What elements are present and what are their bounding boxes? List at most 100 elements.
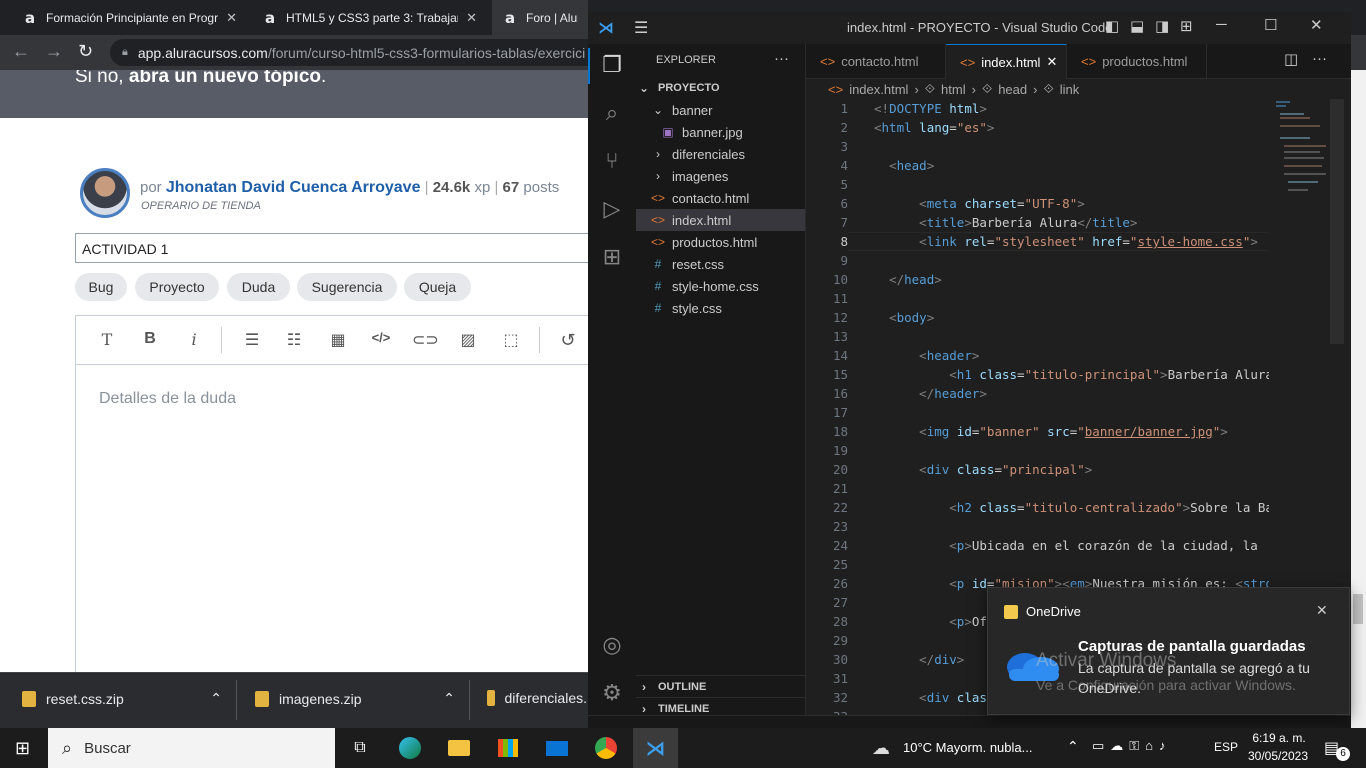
source-control-icon[interactable]: ⑂: [598, 148, 626, 176]
image-icon[interactable]: ▨: [456, 330, 480, 350]
tab-index[interactable]: <> index.html ✕: [946, 44, 1067, 79]
category-duda[interactable]: Duda: [227, 273, 290, 301]
table-icon[interactable]: ▦: [326, 330, 350, 350]
italic-icon[interactable]: i: [182, 330, 206, 349]
clock-date[interactable]: 30/05/2023: [1245, 749, 1311, 763]
close-icon[interactable]: ✕: [226, 10, 237, 26]
page-scrollbar[interactable]: [1351, 70, 1366, 728]
search-icon[interactable]: ⌕: [598, 100, 626, 128]
download-item[interactable]: imagenes.zip ⌃: [255, 690, 455, 707]
html-file-icon: <>: [828, 81, 844, 97]
task-view-icon[interactable]: ⧉: [344, 734, 376, 762]
tree-item-productos[interactable]: <> productos.html: [636, 231, 805, 253]
avatar[interactable]: [80, 168, 130, 218]
chevron-up-icon[interactable]: ⌃: [443, 690, 455, 707]
bullet-list-icon[interactable]: ☷: [282, 330, 306, 350]
outline-section[interactable]: › OUTLINE: [636, 675, 805, 697]
chrome-icon[interactable]: [590, 734, 622, 762]
toggle-panel-icon[interactable]: ⬓: [1130, 17, 1144, 35]
close-icon[interactable]: ✕: [1316, 602, 1328, 619]
download-item[interactable]: reset.css.zip ⌃: [22, 690, 222, 707]
code-icon[interactable]: </>: [369, 330, 393, 345]
tree-item-style-home-css[interactable]: # style-home.css: [636, 275, 805, 297]
tree-item-index[interactable]: <> index.html: [636, 209, 805, 231]
author-name-link[interactable]: Jhonatan David Cuenca Arroyave: [166, 179, 421, 196]
tree-item-banner-jpg[interactable]: ▣ banner.jpg: [636, 121, 805, 143]
edge-icon[interactable]: [394, 734, 426, 762]
more-actions-icon[interactable]: ···: [1312, 50, 1327, 67]
mail-icon[interactable]: [541, 734, 573, 762]
browser-tab-1[interactable]: a Formación Principiante en Progra ✕: [12, 0, 247, 35]
tree-item-banner[interactable]: ⌄ banner: [636, 99, 805, 121]
tree-item-reset-css[interactable]: # reset.css: [636, 253, 805, 275]
upload-image-icon[interactable]: ⬚: [499, 330, 523, 350]
reload-icon[interactable]: ↻: [78, 41, 93, 62]
category-proyecto[interactable]: Proyecto: [135, 273, 219, 301]
category-bug[interactable]: Bug: [75, 273, 127, 301]
minimap[interactable]: [1270, 99, 1330, 209]
toggle-secondary-sidebar-icon[interactable]: ◨: [1155, 17, 1169, 35]
tab-productos[interactable]: <> productos.html: [1067, 44, 1207, 79]
store-icon[interactable]: [492, 734, 524, 762]
tray-icons[interactable]: ▭☁⚿⌂♪: [1092, 738, 1172, 754]
notification-app-name: OneDrive: [1026, 604, 1081, 619]
language-indicator[interactable]: ESP: [1214, 740, 1238, 754]
forward-icon[interactable]: →: [45, 41, 63, 62]
tree-item-style-css[interactable]: # style.css: [636, 297, 805, 319]
close-icon[interactable]: ✕: [1046, 54, 1057, 70]
menu-icon[interactable]: ☰: [634, 18, 648, 38]
project-root[interactable]: ⌄ PROYECTO: [636, 77, 805, 99]
heading-icon[interactable]: T: [95, 330, 119, 349]
vscode-taskbar-icon[interactable]: ⋊: [633, 728, 678, 768]
undo-icon[interactable]: ↺: [556, 330, 580, 351]
maximize-icon[interactable]: ☐: [1264, 16, 1277, 34]
minimize-icon[interactable]: ─: [1216, 16, 1227, 33]
bold-icon[interactable]: B: [138, 330, 162, 348]
url-bar[interactable]: 🔒︎ app.aluracursos.com/forum/curso-html5…: [110, 39, 600, 66]
download-item[interactable]: diferenciales.: [487, 690, 587, 706]
browser-tab-3[interactable]: a Foro | Alura: [492, 0, 588, 35]
line-number: 25: [832, 557, 848, 572]
category-sugerencia[interactable]: Sugerencia: [297, 273, 397, 301]
back-icon[interactable]: ←: [12, 41, 30, 62]
explorer-icon[interactable]: ❐: [598, 52, 626, 80]
settings-gear-icon[interactable]: ⚙: [598, 680, 626, 708]
close-icon[interactable]: ✕: [466, 10, 477, 26]
layout-icon[interactable]: ⊞: [1180, 17, 1193, 35]
ordered-list-icon[interactable]: ☰: [240, 330, 264, 350]
breadcrumb-item[interactable]: head: [998, 82, 1027, 97]
tree-label: reset.css: [672, 256, 725, 272]
breadcrumb-item[interactable]: index.html: [849, 82, 908, 97]
editor-scrollbar[interactable]: [1330, 99, 1344, 344]
line-number: 7: [840, 215, 848, 230]
tree-item-imagenes[interactable]: › imagenes: [636, 165, 805, 187]
more-actions-icon[interactable]: ···: [774, 50, 789, 67]
scrollbar-thumb[interactable]: [1353, 594, 1363, 624]
breadcrumb-item[interactable]: html: [941, 82, 966, 97]
clock-time[interactable]: 6:19 a. m.: [1249, 731, 1309, 745]
taskbar-search[interactable]: ⌕ Buscar: [48, 728, 335, 768]
windows-start-icon[interactable]: ⊞: [15, 738, 30, 759]
run-debug-icon[interactable]: ▷: [598, 196, 626, 224]
file-explorer-icon[interactable]: [443, 734, 475, 762]
chevron-up-icon[interactable]: ⌃: [210, 690, 222, 707]
chevron-up-icon[interactable]: ⌃: [1067, 738, 1079, 755]
breadcrumb-item[interactable]: link: [1060, 82, 1080, 97]
toggle-sidebar-icon[interactable]: ◧: [1105, 17, 1119, 35]
zip-icon: [255, 690, 269, 707]
tab-label: contacto.html: [841, 54, 919, 69]
category-queja[interactable]: Queja: [404, 273, 471, 301]
topic-title-input[interactable]: ACTIVIDAD 1: [75, 233, 595, 263]
new-topic-link[interactable]: abra un nuevo tópico: [129, 70, 321, 87]
link-icon[interactable]: ⊂⊃: [412, 330, 439, 350]
weather-text[interactable]: 10°C Mayorm. nubla...: [903, 740, 1032, 755]
extensions-icon[interactable]: ⊞: [598, 244, 626, 272]
tree-item-contacto[interactable]: <> contacto.html: [636, 187, 805, 209]
close-window-icon[interactable]: ✕: [1310, 16, 1323, 34]
split-editor-icon[interactable]: ◫: [1284, 50, 1298, 68]
tab-contacto[interactable]: <> contacto.html: [806, 44, 946, 79]
account-icon[interactable]: ◎: [598, 632, 626, 660]
post-editor[interactable]: [75, 315, 595, 675]
tree-item-diferenciales[interactable]: › diferenciales: [636, 143, 805, 165]
browser-tab-2[interactable]: a HTML5 y CSS3 parte 3: Trabajand ✕: [252, 0, 487, 35]
